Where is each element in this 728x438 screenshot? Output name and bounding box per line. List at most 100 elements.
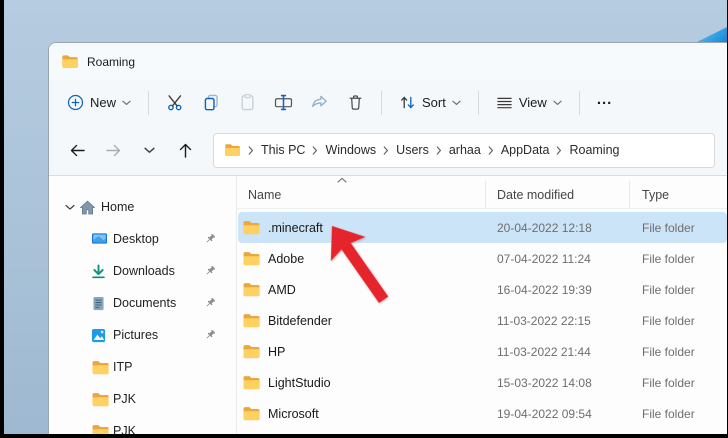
address-folder-icon [224,143,241,157]
expand-chevron-icon[interactable] [61,204,79,211]
toolbar-separator [578,90,580,115]
type-cell: File folder [642,375,695,390]
file-name: Microsoft [268,406,319,421]
back-button[interactable] [61,135,93,165]
column-header-type[interactable]: Type [629,181,727,208]
file-name-cell: HP [238,344,486,359]
breadcrumb: This PC Windows Users arhaa AppData Roaming [247,139,626,161]
file-name: Bitdefender [268,313,332,328]
window-title: Roaming [87,54,136,69]
chevron-down-icon [452,100,461,106]
file-name-cell: Bitdefender [238,313,486,328]
sidebar-item-pjk[interactable]: PJK [53,415,232,434]
view-button[interactable]: View [488,88,570,117]
chevron-right-icon [247,145,255,155]
address-box[interactable]: This PC Windows Users arhaa AppData Roaming [213,132,715,168]
folder-icon [242,313,261,328]
sidebar-item-downloads[interactable]: Downloads [53,255,232,287]
chevron-down-icon [553,100,562,106]
delete-button[interactable] [338,87,372,118]
new-button-label: New [90,95,117,110]
file-list-pane: Name Date modified Type .minecraft 20-04-… [237,176,727,434]
column-headers: Name Date modified Type [237,181,727,209]
sidebar-item-desktop[interactable]: Desktop [53,223,232,255]
sidebar-item-itp[interactable]: ITP [53,351,232,383]
view-button-label: View [518,95,547,110]
sidebar-item-label: ITP [113,360,133,374]
file-explorer-window: Roaming New Sort View ... This PC Window… [48,42,727,434]
breadcrumb-users[interactable]: Users [390,139,435,161]
date-modified-cell: 11-03-2022 22:15 [497,313,591,328]
chevron-down-icon [122,100,131,106]
file-row-minecraft[interactable]: .minecraft 20-04-2022 12:18 File folder [238,212,727,243]
pin-icon [204,233,216,245]
navigation-pane: Home Desktop Downloads Documents Pictures ITP… [49,176,237,434]
view-lines-icon [496,94,513,111]
file-row-hp[interactable]: HP 11-03-2022 21:44 File folder [238,336,727,367]
desktop-icon [91,232,113,247]
share-icon [310,93,329,112]
sort-arrows-icon [399,94,416,111]
sidebar-item-documents[interactable]: Documents [53,287,232,319]
breadcrumb-this-pc[interactable]: This PC [255,139,311,161]
file-name: AMD [268,282,296,297]
type-cell: File folder [642,406,695,421]
date-modified-cell: 07-04-2022 11:24 [497,251,591,266]
breadcrumb-roaming[interactable]: Roaming [563,139,625,161]
file-row-microsoft[interactable]: Microsoft 19-04-2022 09:54 File folder [238,398,727,429]
file-row-adobe[interactable]: Adobe 07-04-2022 11:24 File folder [238,243,727,274]
file-name: Adobe [268,251,305,266]
file-row-bitdefender[interactable]: Bitdefender 11-03-2022 22:15 File folder [238,305,727,336]
folder-icon [242,344,261,359]
sidebar-item-label: Home [101,200,135,214]
column-header-name[interactable]: Name [237,181,485,208]
file-name: HP [268,344,286,359]
date-modified-cell: 11-03-2022 21:44 [497,344,591,359]
type-cell: File folder [642,282,695,297]
up-button[interactable] [169,135,201,165]
sidebar-item-label: Pictures [113,328,159,342]
new-button[interactable]: New [59,88,139,117]
home-icon [79,200,101,215]
file-name-cell: Microsoft [238,406,486,421]
folder-icon [242,406,261,421]
file-row-lightstudio[interactable]: LightStudio 15-03-2022 14:08 File folder [238,367,727,398]
sidebar-item-pjk[interactable]: PJK [53,383,232,415]
recent-locations-button[interactable] [133,135,165,165]
sidebar-item-label: Desktop [113,232,159,246]
folder-icon [91,360,113,375]
rename-button[interactable] [266,87,300,118]
forward-button[interactable] [97,135,129,165]
breadcrumb-arhaa[interactable]: arhaa [443,139,487,161]
folder-icon [61,54,79,69]
date-modified-cell: 19-04-2022 09:54 [497,406,592,421]
breadcrumb-windows[interactable]: Windows [319,139,382,161]
share-button[interactable] [302,87,336,118]
type-cell: File folder [642,220,695,235]
sidebar-item-pictures[interactable]: Pictures [53,319,232,351]
folder-icon [91,424,113,434]
titlebar: Roaming [49,43,727,80]
file-row-amd[interactable]: AMD 16-04-2022 19:39 File folder [238,274,727,305]
chevron-right-icon [311,145,319,155]
copy-button[interactable] [194,87,228,118]
downloads-icon [91,264,113,279]
date-modified-cell: 20-04-2022 12:18 [497,220,592,235]
window-body: Home Desktop Downloads Documents Pictures ITP… [49,176,727,434]
folder-icon [242,251,261,266]
pin-icon [204,265,216,277]
chevron-right-icon [487,145,495,155]
sort-button[interactable]: Sort [391,88,469,117]
breadcrumb-appdata[interactable]: AppData [495,139,556,161]
folder-icon [242,220,261,235]
file-name: LightStudio [268,375,331,390]
more-options-button[interactable]: ... [589,85,621,120]
cut-button[interactable] [158,87,192,118]
pictures-icon [91,328,113,343]
toolbar-separator [148,90,150,115]
paste-button[interactable] [230,87,264,118]
sidebar-item-home[interactable]: Home [53,191,232,223]
date-modified-cell: 16-04-2022 19:39 [497,282,592,297]
toolbar-separator [477,90,479,115]
column-header-date-modified[interactable]: Date modified [485,181,629,208]
